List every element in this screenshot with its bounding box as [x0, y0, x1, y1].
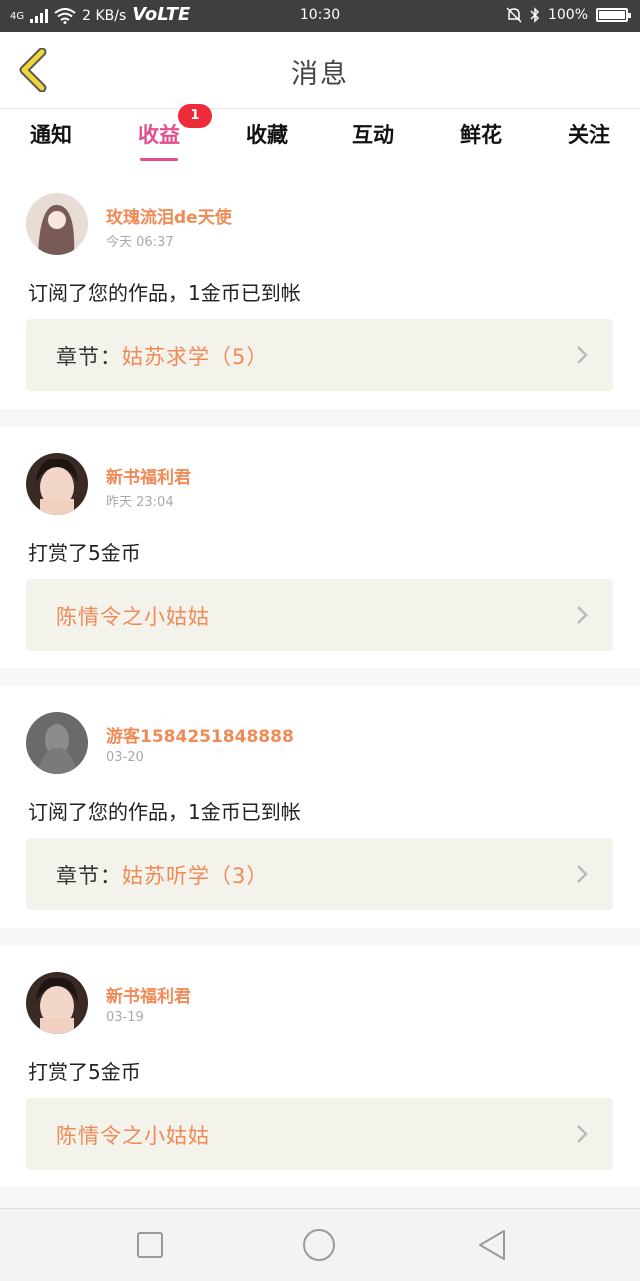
- message-text: 打赏了5金币: [28, 1060, 141, 1084]
- recent-apps-button[interactable]: [132, 1227, 168, 1263]
- mute-bell-icon: [506, 7, 522, 23]
- message-card: 玫瑰流泪de天使 今天 06:37 订阅了您的作品，1金币已到帐 章节：姑苏求学…: [0, 167, 640, 409]
- battery-fill: [599, 11, 625, 19]
- status-right: 100%: [506, 7, 631, 23]
- system-navigation-bar: [0, 1208, 640, 1281]
- chevron-right-icon: [577, 865, 588, 883]
- tab-interactions[interactable]: 互动: [330, 119, 416, 159]
- link-text: 陈情令之小姑姑: [56, 601, 210, 631]
- book-link[interactable]: 陈情令之小姑姑: [26, 1098, 613, 1170]
- message-text: 订阅了您的作品，1金币已到帐: [28, 281, 301, 305]
- chevron-right-icon: [577, 1125, 588, 1143]
- avatar-image: [26, 193, 88, 255]
- tab-following[interactable]: 关注: [546, 119, 632, 159]
- home-button[interactable]: [301, 1227, 337, 1263]
- link-prefix: 章节：: [56, 864, 122, 888]
- tab-notifications[interactable]: 通知: [8, 119, 94, 159]
- chapter-link[interactable]: 章节：姑苏听学（3）: [26, 838, 613, 910]
- link-title: 陈情令之小姑姑: [56, 605, 210, 629]
- message-card: 新书福利君 昨天 23:04 打赏了5金币 陈情令之小姑姑: [0, 427, 640, 668]
- avatar[interactable]: [26, 972, 88, 1034]
- message-time: 03-19: [106, 1010, 144, 1025]
- tab-label: 通知: [30, 123, 72, 147]
- link-text: 章节：姑苏听学（3）: [56, 860, 268, 890]
- tab-flowers[interactable]: 鲜花: [438, 119, 524, 159]
- tab-label: 收益: [138, 123, 180, 147]
- chevron-right-icon: [577, 606, 588, 624]
- chapter-link[interactable]: 章节：姑苏求学（5）: [26, 319, 613, 391]
- book-link[interactable]: 陈情令之小姑姑: [26, 579, 613, 651]
- tab-label: 关注: [568, 123, 610, 147]
- message-text: 打赏了5金币: [28, 541, 141, 565]
- message-card: 新书福利君 03-19 打赏了5金币 陈情令之小姑姑: [0, 946, 640, 1187]
- link-prefix: 章节：: [56, 345, 122, 369]
- header: 消息: [0, 32, 640, 109]
- message-time: 03-20: [106, 750, 144, 765]
- avatar-image: [26, 453, 88, 515]
- tab-bar: 通知 收益 收藏 互动 鲜花 关注: [0, 109, 640, 167]
- battery-percent: 100%: [547, 7, 588, 23]
- sender-name[interactable]: 玫瑰流泪de天使: [106, 203, 232, 228]
- status-bar: 4G 2 KB/s VoLTE 10:30 100%: [0, 0, 640, 32]
- bluetooth-icon: [530, 7, 540, 23]
- avatar[interactable]: [26, 193, 88, 255]
- triangle-back-icon: [479, 1230, 505, 1260]
- back-nav-button[interactable]: [474, 1227, 510, 1263]
- link-title: 姑苏求学（5）: [122, 345, 269, 369]
- active-tab-indicator: [140, 158, 178, 161]
- avatar-image: [26, 712, 88, 774]
- tab-favorites[interactable]: 收藏: [224, 119, 310, 159]
- link-title: 陈情令之小姑姑: [56, 1124, 210, 1148]
- sender-name[interactable]: 游客1584251848888: [106, 722, 294, 747]
- message-time: 今天 06:37: [106, 235, 174, 250]
- sender-name[interactable]: 新书福利君: [106, 463, 191, 488]
- tab-label: 互动: [352, 123, 394, 147]
- battery-icon: [596, 8, 631, 22]
- link-title: 姑苏听学（3）: [122, 864, 269, 888]
- link-text: 章节：姑苏求学（5）: [56, 341, 268, 371]
- tab-label: 鲜花: [460, 123, 502, 147]
- link-text: 陈情令之小姑姑: [56, 1120, 210, 1150]
- avatar-image: [26, 972, 88, 1034]
- chevron-right-icon: [577, 346, 588, 364]
- square-icon: [137, 1232, 163, 1258]
- circle-icon: [303, 1229, 335, 1261]
- avatar[interactable]: [26, 453, 88, 515]
- message-time: 昨天 23:04: [106, 495, 174, 510]
- message-text: 订阅了您的作品，1金币已到帐: [28, 800, 301, 824]
- sender-name[interactable]: 新书福利君: [106, 982, 191, 1007]
- page-title: 消息: [291, 59, 349, 90]
- tab-label: 收藏: [246, 123, 288, 147]
- avatar[interactable]: [26, 712, 88, 774]
- tab-earnings-badge: 1: [178, 104, 212, 128]
- message-card: 游客1584251848888 03-20 订阅了您的作品，1金币已到帐 章节：…: [0, 686, 640, 928]
